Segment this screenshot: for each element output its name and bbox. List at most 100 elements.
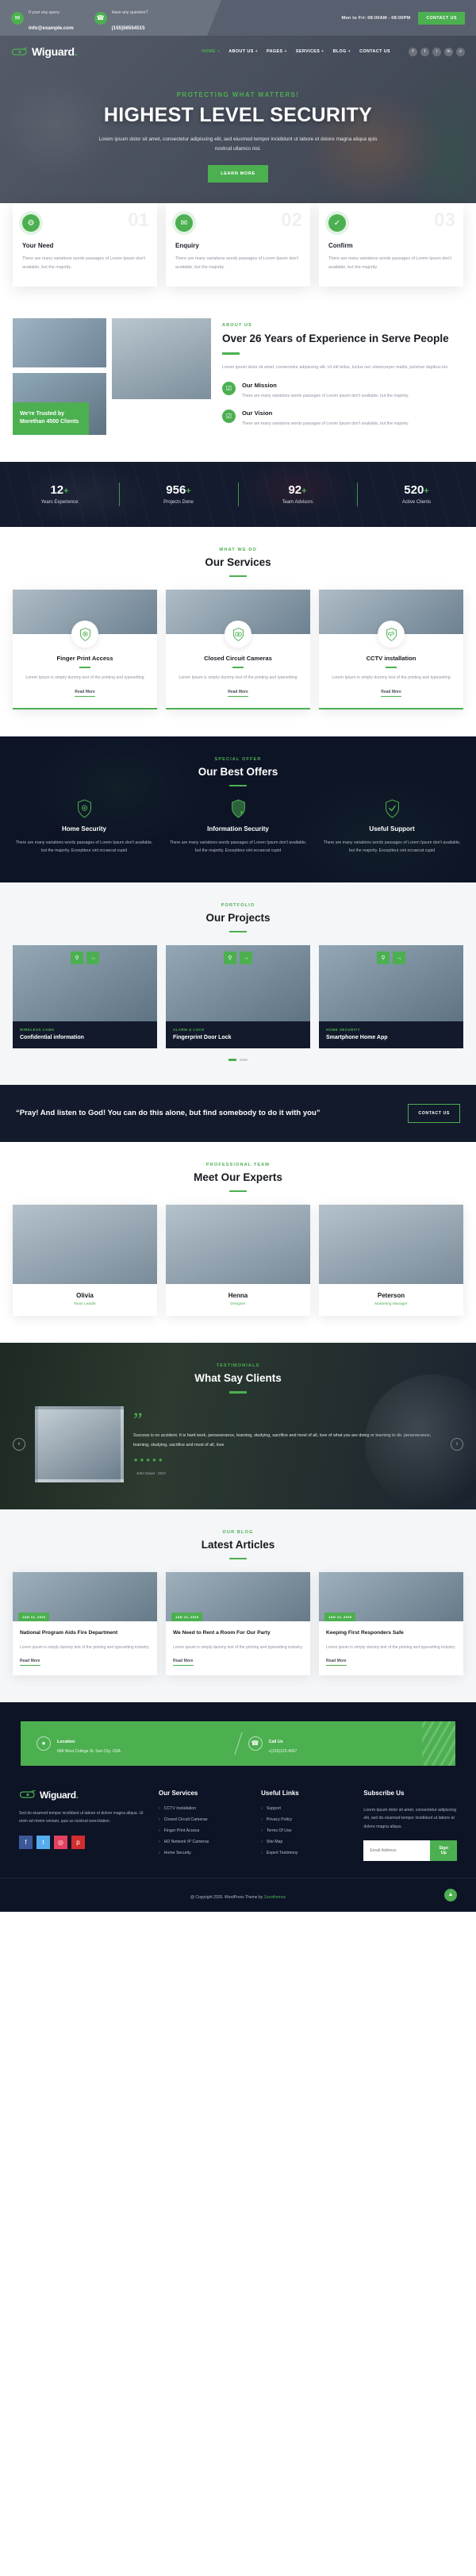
hero-learn-more-button[interactable]: LEARN MORE <box>208 165 268 183</box>
chevron-right-icon: › <box>261 1850 263 1855</box>
projects-pagination[interactable] <box>13 1059 463 1061</box>
nav-item-about-us[interactable]: ABOUT US + <box>228 49 258 54</box>
service-text: Lorem Ipsum is simply dummy text of the … <box>178 675 298 681</box>
footer-service-link[interactable]: › Home Security <box>159 1851 248 1855</box>
footer-service-link[interactable]: › HD Network IP Cameras <box>159 1840 248 1844</box>
process-card[interactable]: 02 ✉ Enquiry There are many variations w… <box>166 203 310 286</box>
service-read-more-link[interactable]: Read More <box>381 690 401 697</box>
twitter-icon[interactable]: t <box>36 1835 50 1849</box>
stat-item: 520+ Active Clients <box>357 483 476 505</box>
contact-call[interactable]: ☎ Call Us +(315)123-4567 <box>248 1732 440 1754</box>
chevron-right-icon[interactable]: › <box>451 1437 463 1451</box>
blog-grid: JAN 12, 2020 National Program Aids Fire … <box>13 1572 463 1675</box>
twitter-icon[interactable]: t <box>420 47 429 56</box>
facebook-icon[interactable]: f <box>409 47 417 56</box>
signup-button[interactable]: Sign Up <box>430 1840 457 1862</box>
nav-item-blog[interactable]: BLOG + <box>333 49 351 54</box>
team-member-card[interactable]: Peterson Marketing Manager <box>319 1205 463 1317</box>
nav-item-services[interactable]: SERVICES + <box>296 49 324 54</box>
arrow-right-icon[interactable]: → <box>86 952 99 965</box>
footer-service-link[interactable]: › Finger Print Access <box>159 1828 248 1833</box>
offer-card[interactable]: Useful Support There are many variations… <box>321 799 463 855</box>
project-card[interactable]: ⚲ → ALARM & LOCK Fingerprint Door Lock <box>166 945 310 1049</box>
about-image-right <box>112 317 211 399</box>
arrow-right-icon[interactable]: → <box>240 952 252 965</box>
footer-logo-text: Wiguard. <box>40 1789 79 1801</box>
fingerprint-shield-icon <box>71 621 98 648</box>
team-member-role: Marketing Manager <box>374 1302 408 1307</box>
footer-useful-link[interactable]: › Expert Testimony <box>261 1851 351 1855</box>
blog-read-more-link[interactable]: Read More <box>326 1659 347 1666</box>
topbar-contact-button[interactable]: CONTACT US <box>418 11 465 25</box>
footer-useful-link[interactable]: › Terms Of Use <box>261 1828 351 1833</box>
blog-post-card[interactable]: JAN 12, 2020 National Program Aids Fire … <box>13 1572 157 1675</box>
stat-label: Team Advisors <box>282 500 313 506</box>
service-read-more-link[interactable]: Read More <box>75 690 95 697</box>
topbar-phone[interactable]: ☎ Have any question? (155)56554515 <box>94 2 148 34</box>
email-input[interactable] <box>363 1840 431 1862</box>
chevron-right-icon: › <box>159 1805 160 1811</box>
site-logo[interactable]: Wiguard. <box>11 45 78 58</box>
contact-location[interactable]: ● Location 684 West College St. Sun City… <box>36 1732 228 1754</box>
footer-links-column: Useful Links › Support › Privacy Policy › T… <box>261 1790 351 1862</box>
check-square-icon: ☑ <box>222 382 236 396</box>
arrow-right-icon[interactable]: → <box>393 952 405 965</box>
nav-item-home[interactable]: HOME + <box>202 49 220 54</box>
zoom-icon[interactable]: ⚲ <box>224 952 236 965</box>
stats-bar: 12+ Years Experience 956+ Projects Done … <box>0 461 476 527</box>
team-grid: Olivia Team Leader Henna Designer Peters… <box>13 1205 463 1317</box>
process-cards: 01 ⚙ Your Need There are many variations… <box>0 203 476 313</box>
blog-post-excerpt: Lorem ipsum is simply dummy text of the … <box>326 1644 456 1650</box>
blog-post-card[interactable]: JAN 12, 2020 We Need to Rent a Room For … <box>166 1572 310 1675</box>
pinterest-icon[interactable]: p <box>71 1835 85 1849</box>
nav-menu: HOME + ABOUT US + PAGES + SERVICES + BLOG + C… <box>202 47 465 56</box>
footer-useful-link[interactable]: › Support <box>261 1806 351 1811</box>
topbar-email-label: If your any query: <box>29 10 61 15</box>
nav-item-contact-us[interactable]: CONTACT US <box>359 49 390 54</box>
theme-author-link[interactable]: Zozothemes <box>264 1895 286 1900</box>
search-icon[interactable]: ⌕ <box>456 47 465 56</box>
topbar-email[interactable]: ✉ If your any query: info@example.com <box>11 2 74 34</box>
about-content: ABOUT US Over 26 Years of Experience in … <box>222 318 463 435</box>
pagination-dot[interactable] <box>228 1059 236 1061</box>
services-heading: WHAT WE DO Our Services <box>13 527 463 590</box>
projects-section: PORTFOLIO Our Projects ⚲ → WIRELESS CAMS… <box>0 882 476 1085</box>
cta-contact-button[interactable]: CONTACT US <box>408 1103 460 1123</box>
offer-card[interactable]: Home Security There are many variations … <box>13 799 155 855</box>
chevron-plus-icon: + <box>321 49 324 54</box>
footer-useful-link[interactable]: › Site Map <box>261 1840 351 1844</box>
scroll-to-top-button[interactable]: ▲ <box>444 1888 457 1901</box>
offer-card[interactable]: Information Security There are many vari… <box>167 799 309 855</box>
topbar-phone-label: Have any question? <box>111 10 148 15</box>
project-card[interactable]: ⚲ → HOME SECURITY Smartphone Home App <box>319 945 463 1049</box>
process-card[interactable]: 03 ✓ Confirm There are many variations w… <box>319 203 463 286</box>
service-card[interactable]: Closed Circuit Cameras Lorem Ipsum is si… <box>166 590 310 709</box>
process-card[interactable]: 01 ⚙ Your Need There are many variations… <box>13 203 157 286</box>
blog-read-more-link[interactable]: Read More <box>20 1659 40 1666</box>
pagination-dot[interactable] <box>240 1059 248 1061</box>
footer-service-link[interactable]: › CCTV Installation <box>159 1806 248 1811</box>
service-card[interactable]: CCTV installation Lorem Ipsum is simply … <box>319 590 463 709</box>
nav-item-pages[interactable]: PAGES + <box>267 49 287 54</box>
blog-read-more-link[interactable]: Read More <box>173 1659 194 1666</box>
linkedin-icon[interactable]: in <box>444 47 453 56</box>
instagram-icon[interactable]: ◎ <box>54 1835 67 1849</box>
footer-subscribe-column: Subscribe Us Lorem ipsum dolor sit amet,… <box>363 1790 457 1862</box>
blog-post-card[interactable]: JAN 12, 2020 Keeping First Responders Sa… <box>319 1572 463 1675</box>
team-member-card[interactable]: Henna Designer <box>166 1205 310 1317</box>
footer-useful-link[interactable]: › Privacy Policy <box>261 1817 351 1822</box>
instagram-icon[interactable]: i <box>432 47 441 56</box>
footer-logo[interactable]: Wiguard. <box>19 1790 146 1801</box>
project-card[interactable]: ⚲ → WIRELESS CAMS Confidential informati… <box>13 945 157 1049</box>
zoom-icon[interactable]: ⚲ <box>71 952 83 965</box>
stat-item: 92+ Team Advisors <box>238 483 357 505</box>
footer-service-link[interactable]: › Closed Circuit Cameras <box>159 1817 248 1822</box>
service-read-more-link[interactable]: Read More <box>228 690 248 697</box>
facebook-icon[interactable]: f <box>19 1835 33 1849</box>
blog-post-date: JAN 12, 2020 <box>324 1613 356 1622</box>
zoom-icon[interactable]: ⚲ <box>377 952 390 965</box>
service-card[interactable]: Finger Print Access Lorem Ipsum is simpl… <box>13 590 157 709</box>
stat-number: 956+ <box>166 483 191 498</box>
team-member-card[interactable]: Olivia Team Leader <box>13 1205 157 1317</box>
chevron-left-icon[interactable]: ‹ <box>13 1437 25 1451</box>
